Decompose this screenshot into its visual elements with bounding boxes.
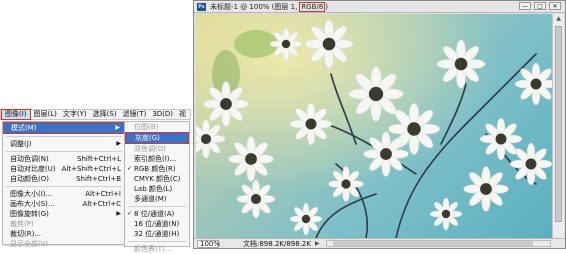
menu-item-label: 颜色表(T)... — [134, 245, 172, 253]
menu-divider — [6, 151, 122, 152]
submenu-arrow-icon: ▶ — [116, 210, 121, 217]
menu-view[interactable]: 视 — [176, 110, 189, 119]
menu-item-label: 显示全部(V) — [10, 240, 49, 248]
horizontal-scroll-thumb[interactable] — [333, 241, 533, 246]
menu-item-8bit[interactable]: ✓ 8 位/通道(A) — [125, 209, 189, 219]
menu-item-32bit[interactable]: 32 位/通道(H) — [125, 229, 189, 239]
menu-3d[interactable]: 3D(D) — [149, 110, 176, 119]
info-menu-arrow-icon[interactable]: ▶ — [315, 240, 320, 247]
menu-item-rotate[interactable]: 图像旋转(G) ▶ — [3, 209, 125, 219]
menu-item-auto-color[interactable]: 自动颜色(O) Shift+Ctrl+B — [3, 174, 125, 184]
menu-item-image-size[interactable]: 图像大小(I)... Alt+Ctrl+I — [3, 189, 125, 199]
document-color-mode: RGB/8 — [299, 1, 326, 12]
photoshop-icon: Ps — [197, 2, 206, 11]
vertical-scrollbar[interactable]: ▲ — [552, 14, 564, 238]
menu-item-label: 自动对比度(U) — [10, 165, 56, 173]
scroll-up-icon[interactable]: ▲ — [553, 14, 564, 24]
menu-item-auto-tone[interactable]: 自动色调(N) Shift+Ctrl+L — [3, 154, 125, 164]
menu-item-cmyk[interactable]: CMYK 颜色(C) — [125, 174, 189, 184]
flower-photo — [196, 14, 552, 238]
document-info[interactable]: 文档:898.2K/898.2K — [243, 239, 311, 249]
menu-divider — [128, 206, 186, 207]
menu-item-label: 画布大小(S)... — [10, 200, 55, 208]
menu-item-mode-label: 模式(M) — [11, 124, 37, 132]
menu-item-grayscale[interactable]: 灰度(G) — [125, 132, 189, 144]
submenu-arrow-icon: ▶ — [115, 124, 120, 131]
menu-item-label: 位图(B) — [134, 123, 159, 131]
menu-item-label: 8 位/通道(A) — [134, 210, 175, 218]
menu-filter[interactable]: 滤镜(T) — [120, 110, 150, 119]
menu-item-label: RGB 颜色(R) — [134, 165, 176, 173]
menu-item-color-table[interactable]: 颜色表(T)... — [125, 244, 189, 254]
menu-item-trim[interactable]: 裁切(R)... — [3, 229, 125, 239]
menu-layer[interactable]: 图层(L) — [31, 110, 60, 119]
menu-item-adjust[interactable]: 调整(J) ▶ — [3, 139, 125, 149]
menu-item-label: 多通道(M) — [134, 195, 167, 203]
menu-divider — [6, 136, 122, 137]
check-icon: ✓ — [127, 210, 133, 217]
menu-item-16bit[interactable]: 16 位/通道(N) — [125, 219, 189, 229]
menubar: 图像(I) 图层(L) 文字(Y) 选择(S) 滤镜(T) 3D(D) 视 — [0, 109, 191, 120]
mode-submenu: 位图(B) 灰度(G) 双色调(D) 索引颜色(I)... ✓ RGB 颜色(R… — [124, 121, 190, 253]
menu-item-label: 自动颜色(O) — [10, 175, 49, 183]
document-window: Ps 未标题-1 @ 100% (图层 1, RGB/8 ) — □ ✕ ▲ 1… — [193, 0, 566, 249]
menu-item-crop[interactable]: 裁剪(P) — [3, 219, 125, 229]
document-titlebar[interactable]: Ps 未标题-1 @ 100% (图层 1, RGB/8 ) — □ ✕ — [194, 1, 565, 13]
status-bar: 100% 文档:898.2K/898.2K ▶ — [194, 238, 565, 248]
menu-item-mode[interactable]: 模式(M) ▶ — [3, 122, 125, 134]
submenu-arrow-icon: ▶ — [116, 140, 121, 147]
menu-item-label: 图像旋转(G) — [10, 210, 49, 218]
menu-item-label: 双色调(D) — [134, 145, 166, 153]
menu-item-label: CMYK 颜色(C) — [134, 175, 181, 183]
shortcut-label: Shift+Ctrl+B — [76, 175, 121, 183]
menu-item-auto-contrast[interactable]: 自动对比度(U) Alt+Shift+Ctrl+L — [3, 164, 125, 174]
menu-item-indexed[interactable]: 索引颜色(I)... — [125, 154, 189, 164]
image-menu: 模式(M) ▶ 调整(J) ▶ 自动色调(N) Shift+Ctrl+L 自动对… — [2, 121, 126, 248]
menu-item-label: Lab 颜色(L) — [134, 185, 173, 193]
menu-item-bitmap[interactable]: 位图(B) — [125, 122, 189, 132]
shortcut-label: Shift+Ctrl+L — [77, 155, 121, 163]
menu-type[interactable]: 文字(Y) — [60, 110, 90, 119]
menu-item-label: 裁切(R)... — [10, 230, 42, 238]
horizontal-scrollbar[interactable] — [326, 240, 551, 247]
menu-image[interactable]: 图像(I) — [1, 109, 31, 120]
maximize-icon[interactable]: □ — [534, 2, 546, 10]
menu-divider — [128, 241, 186, 242]
menu-select[interactable]: 选择(S) — [90, 110, 120, 119]
menu-item-reveal-all[interactable]: 显示全部(V) — [3, 239, 125, 249]
menu-item-label: 索引颜色(I)... — [134, 155, 177, 163]
window-controls: — □ ✕ — [519, 2, 561, 10]
menu-item-label: 16 位/通道(N) — [134, 220, 180, 228]
menu-item-label: 自动色调(N) — [10, 155, 49, 163]
zoom-field[interactable]: 100% — [197, 239, 220, 248]
menu-item-lab[interactable]: Lab 颜色(L) — [125, 184, 189, 194]
menu-item-label: 图像大小(I)... — [10, 190, 53, 198]
document-canvas[interactable] — [196, 14, 552, 238]
document-title-end: ) — [325, 2, 328, 11]
shortcut-label: Alt+Ctrl+C — [82, 200, 121, 208]
document-title: 未标题-1 @ 100% (图层 1, — [210, 2, 298, 11]
menu-item-multichannel[interactable]: 多通道(M) — [125, 194, 189, 204]
menu-item-label: 32 位/通道(H) — [134, 230, 180, 238]
menu-item-duotone[interactable]: 双色调(D) — [125, 144, 189, 154]
menu-item-canvas-size[interactable]: 画布大小(S)... Alt+Ctrl+C — [3, 199, 125, 209]
menu-divider — [6, 186, 122, 187]
menu-item-label: 裁剪(P) — [10, 220, 34, 228]
shortcut-label: Alt+Ctrl+I — [85, 190, 121, 198]
shortcut-label: Alt+Shift+Ctrl+L — [61, 165, 121, 173]
menu-item-label: 调整(J) — [10, 140, 32, 148]
menu-item-rgb[interactable]: ✓ RGB 颜色(R) — [125, 164, 189, 174]
menu-item-label: 灰度(G) — [135, 134, 160, 142]
vertical-scroll-thumb[interactable] — [555, 26, 562, 222]
close-icon[interactable]: ✕ — [549, 2, 561, 10]
minimize-icon[interactable]: — — [519, 2, 531, 10]
check-icon: ✓ — [127, 165, 133, 172]
